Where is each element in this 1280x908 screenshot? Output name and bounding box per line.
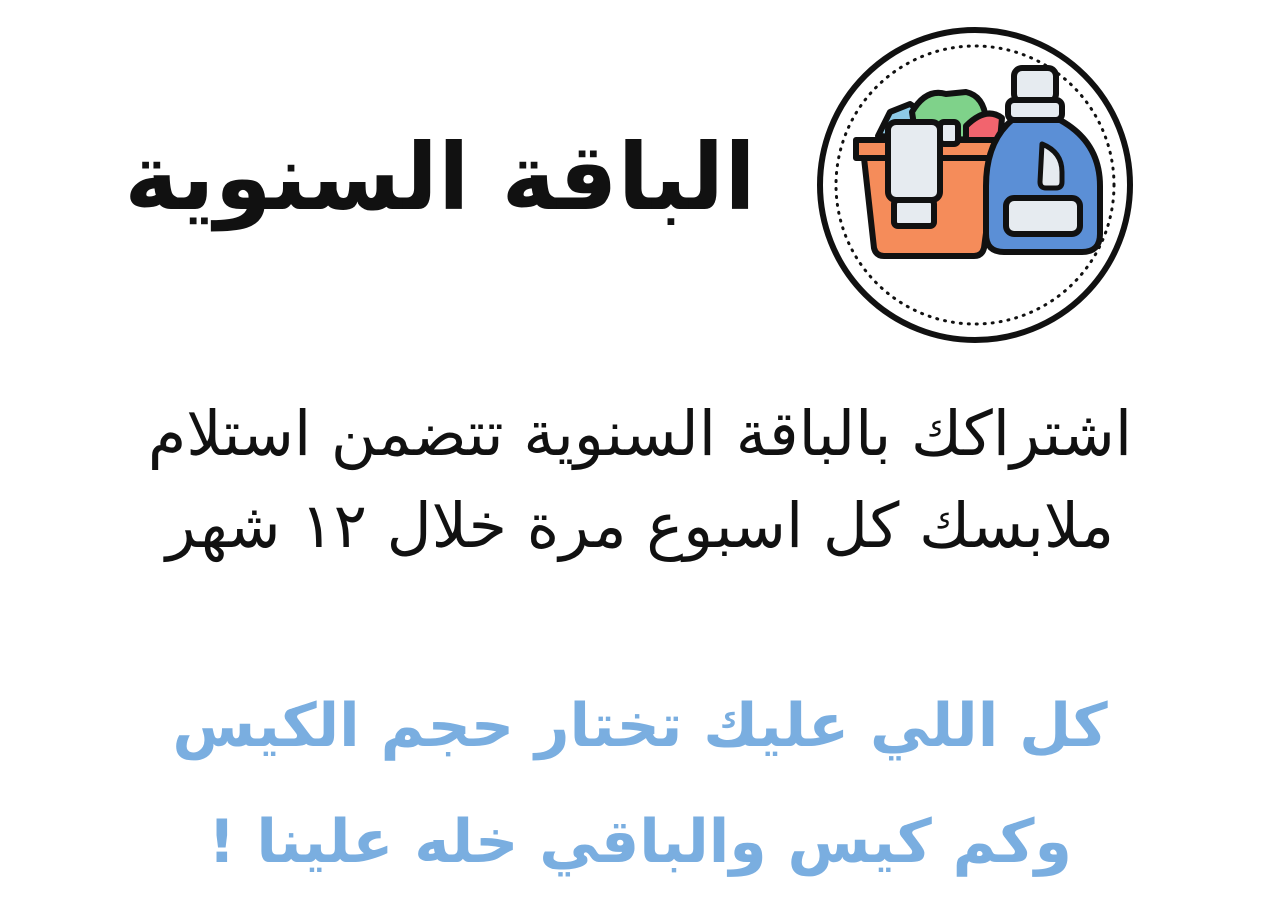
page-title: الباقة السنوية <box>124 124 756 231</box>
highlight-note: كل اللي عليك تختار حجم الكيس وكم كيس وال… <box>60 668 1220 900</box>
highlight-note-line-2: وكم كيس والباقي خله علينا ! <box>208 807 1072 877</box>
laundry-basket-detergent-icon <box>817 27 1133 343</box>
description-line-2: ملابسك كل اسبوع مرة خلال ١٢ شهر <box>165 489 1115 562</box>
description-line-1: اشتراكك بالباقة السنوية تتضمن استلام <box>147 397 1133 470</box>
highlight-note-line-1: كل اللي عليك تختار حجم الكيس <box>172 691 1108 761</box>
description: اشتراكك بالباقة السنوية تتضمن استلام ملا… <box>30 388 1250 572</box>
